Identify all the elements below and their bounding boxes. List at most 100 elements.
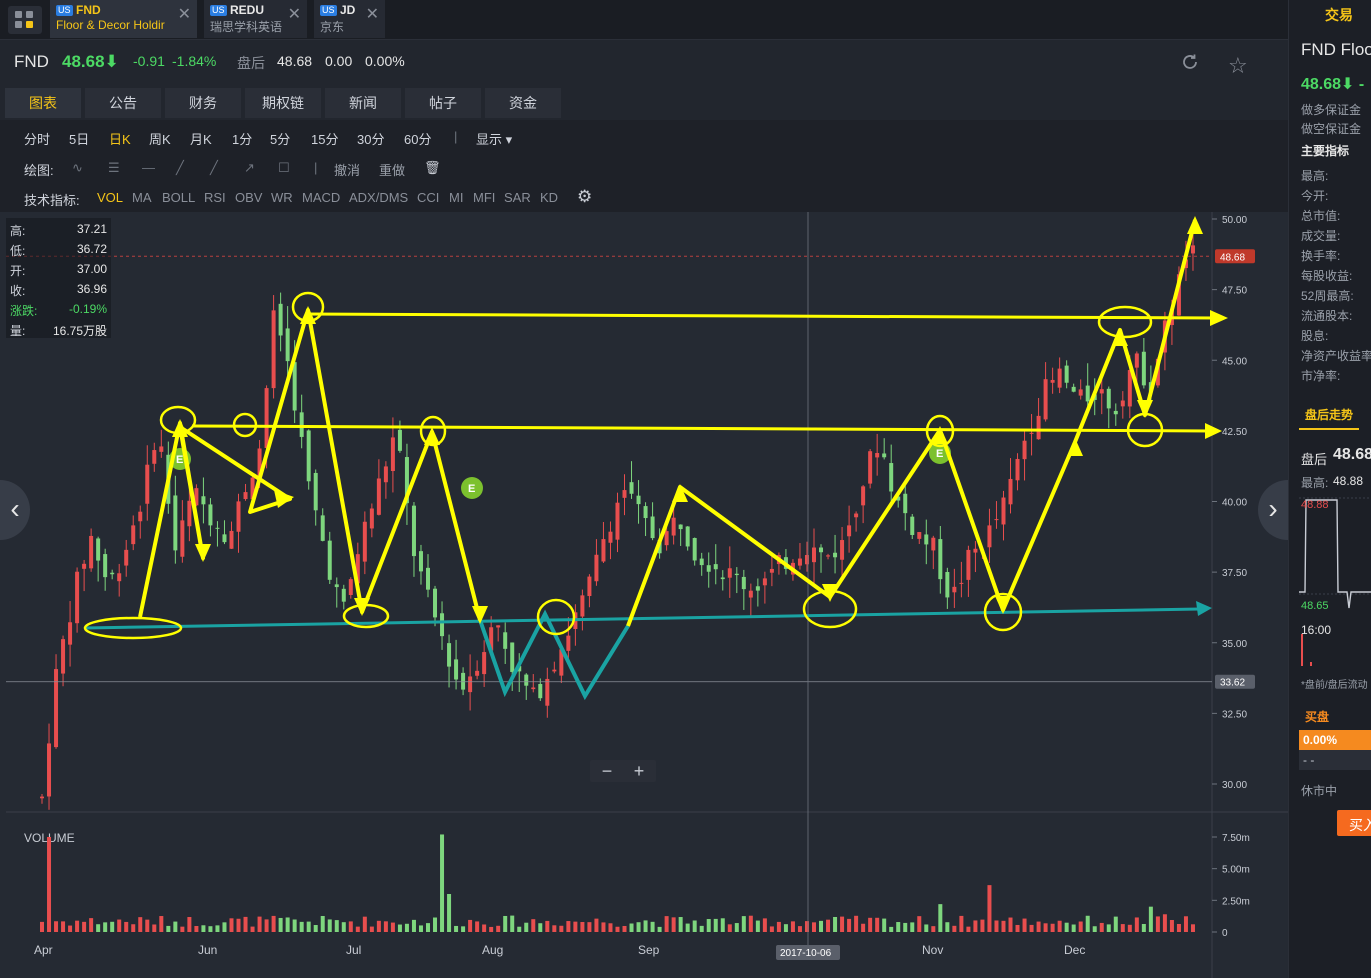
stock-tab-strip: US FND Floor & Decor Holdir ✕ US REDU 瑞思… (0, 0, 1288, 40)
display-dropdown[interactable]: 显示 ▾ (476, 129, 512, 148)
candle-body (40, 796, 44, 799)
polyline-tool-icon[interactable]: ∿ (72, 160, 83, 176)
candle-body (306, 430, 311, 482)
volume-bar (124, 921, 129, 932)
rp-active-underline (1299, 428, 1359, 430)
period-daily[interactable]: 日K (109, 129, 131, 148)
volume-bar (1176, 923, 1181, 932)
volume-bar (1078, 921, 1083, 932)
star-icon[interactable]: ☆ (1228, 53, 1248, 79)
ind-cci[interactable]: CCI (417, 190, 439, 205)
chart-area[interactable]: 50.00 47.50 45.00 42.50 40.00 37.50 35.00 32.50… (0, 212, 1288, 978)
volume-bar (355, 926, 360, 932)
buy-button[interactable]: 买入 (1337, 810, 1371, 836)
ind-macd[interactable]: MACD (302, 190, 340, 205)
zoom-in-button[interactable]: + (624, 760, 654, 782)
period-monthly[interactable]: 月K (190, 129, 212, 148)
candle-body (313, 472, 318, 511)
period-30min[interactable]: 30分 (357, 129, 384, 148)
trash-icon[interactable]: 🗑 (424, 160, 441, 176)
candle-body (1106, 388, 1111, 409)
period-timeshare[interactable]: 分时 (24, 129, 50, 148)
candle-body (1001, 497, 1006, 525)
candle-body (229, 530, 234, 549)
volume-bar (243, 916, 248, 932)
volume-bar (482, 924, 487, 932)
fib-tool-icon[interactable]: ☰ (108, 160, 120, 176)
volume-bar (1183, 916, 1188, 932)
candle-body (468, 676, 473, 693)
grid-menu-icon[interactable] (8, 6, 42, 34)
tab-chart[interactable]: 图表 (5, 88, 81, 118)
tab-posts[interactable]: 帖子 (405, 88, 481, 118)
ind-boll[interactable]: BOLL (162, 190, 195, 205)
market-badge: US (210, 5, 227, 16)
volume-bar (404, 923, 409, 932)
rp-field: 净资产收益率 (1301, 349, 1371, 363)
tab-financials[interactable]: 财务 (165, 88, 241, 118)
ind-rsi[interactable]: RSI (204, 190, 226, 205)
volume-bar (461, 926, 466, 932)
volume-bar (447, 894, 452, 932)
period-1min[interactable]: 1分 (232, 129, 252, 148)
arrow-tool-icon[interactable]: ↗ (244, 160, 255, 176)
volume-bar (418, 925, 423, 932)
period-60min[interactable]: 60分 (404, 129, 431, 148)
ind-obv[interactable]: OBV (235, 190, 262, 205)
candlestick-chart[interactable]: 50.00 47.50 45.00 42.50 40.00 37.50 35.00 32.50… (0, 212, 1288, 978)
undo-button[interactable]: 撤消 (334, 160, 360, 179)
candle-body (1085, 385, 1090, 402)
volume-bar (82, 921, 87, 932)
close-icon[interactable]: ✕ (366, 4, 379, 24)
volume-bar (411, 919, 416, 932)
tab-options[interactable]: 期权链 (245, 88, 321, 118)
close-icon[interactable]: ✕ (178, 4, 191, 24)
candle-body (847, 525, 852, 537)
volume-bar (545, 920, 550, 932)
period-5day[interactable]: 5日 (69, 129, 89, 148)
separator: | (314, 160, 318, 175)
volume-bar (833, 916, 838, 932)
close-icon[interactable]: ✕ (288, 4, 301, 24)
rect-tool-icon[interactable]: ☐ (278, 160, 290, 176)
period-5min[interactable]: 5分 (270, 129, 290, 148)
volume-bar (1015, 924, 1020, 932)
ind-ma[interactable]: MA (132, 190, 152, 205)
y-tick-label: 30.00 (1222, 780, 1247, 791)
volume-bar (250, 926, 255, 932)
candle-body (545, 678, 550, 706)
y-tick-label: 40.00 (1222, 498, 1247, 509)
tab-funds[interactable]: 资金 (485, 88, 561, 118)
ray-tool-icon[interactable]: ╱ (210, 160, 218, 176)
ind-kd[interactable]: KD (540, 190, 558, 205)
hline-tool-icon[interactable]: — (142, 160, 155, 175)
candle-body (812, 547, 816, 563)
period-weekly[interactable]: 周K (149, 129, 171, 148)
period-15min[interactable]: 15分 (311, 129, 338, 148)
ind-mi[interactable]: MI (449, 190, 463, 205)
refresh-icon[interactable] (1180, 52, 1200, 72)
gear-icon[interactable]: ⚙ (577, 187, 592, 207)
volume-bar (896, 922, 901, 932)
volume-bar (369, 926, 374, 932)
y-tick-label: 35.00 (1222, 639, 1247, 650)
candle-body (180, 520, 185, 557)
tab-news[interactable]: 新闻 (325, 88, 401, 118)
ind-sar[interactable]: SAR (504, 190, 531, 205)
zoom-out-button[interactable]: − (592, 760, 622, 782)
redo-button[interactable]: 重做 (379, 160, 405, 179)
line-tool-icon[interactable]: ╱ (176, 160, 184, 176)
tab-redu[interactable]: US REDU 瑞思学科英语 ✕ (204, 0, 308, 38)
ind-vol[interactable]: VOL (97, 190, 123, 205)
tab-announcements[interactable]: 公告 (85, 88, 161, 118)
volume-bar (1001, 920, 1006, 932)
vol-tick-label: 0 (1222, 928, 1228, 939)
candle-body (601, 539, 606, 562)
ind-mfi[interactable]: MFI (473, 190, 495, 205)
tab-fnd[interactable]: US FND Floor & Decor Holdir ✕ (50, 0, 198, 38)
candle-body (131, 525, 136, 545)
tab-jd[interactable]: US JD 京东 ✕ (314, 0, 386, 38)
rp-after-trend[interactable]: 盘后走势 (1305, 406, 1353, 423)
ind-wr[interactable]: WR (271, 190, 293, 205)
ind-adx[interactable]: ADX/DMS (349, 190, 408, 205)
